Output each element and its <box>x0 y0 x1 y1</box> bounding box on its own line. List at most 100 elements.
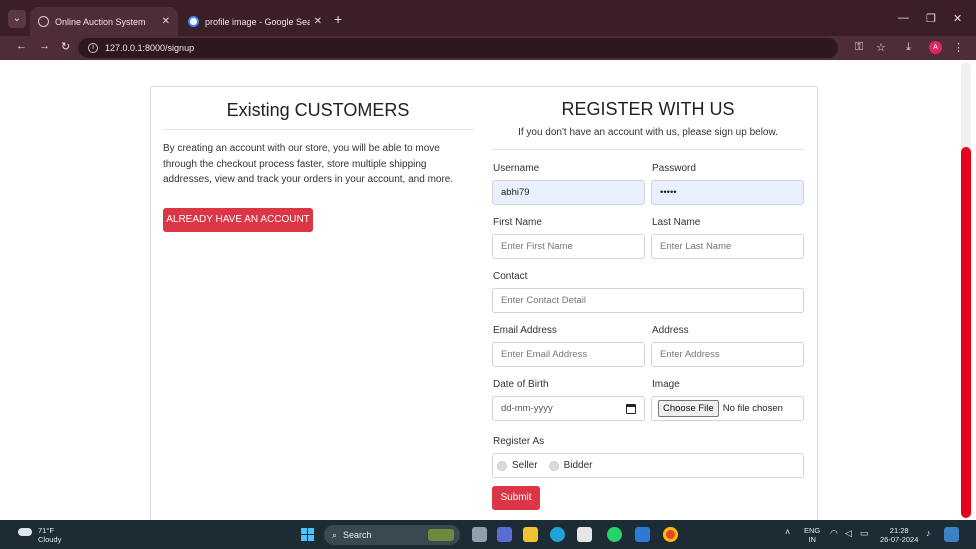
first-name-placeholder: Enter First Name <box>501 241 573 252</box>
taskbar-search-label: Search <box>343 530 372 540</box>
address-label: Address <box>652 325 689 336</box>
password-key-icon[interactable]: ⚿ <box>855 41 863 54</box>
tab-online-auction[interactable]: Online Auction System ✕ <box>30 7 178 36</box>
weather-desc: Cloudy <box>38 535 62 544</box>
download-icon[interactable]: ⤓ <box>906 41 911 54</box>
search-icon: ⌕ <box>332 529 338 540</box>
language-indicator[interactable]: ENG IN <box>804 526 820 544</box>
minimize-icon[interactable]: — <box>898 12 909 24</box>
taskbar-search[interactable]: ⌕ Search <box>324 525 460 545</box>
google-icon <box>188 16 199 27</box>
password-input[interactable]: ••••• <box>651 180 804 205</box>
username-label: Username <box>493 163 540 174</box>
language-top: ENG <box>804 526 821 535</box>
last-name-input[interactable]: Enter Last Name <box>651 234 804 259</box>
back-icon[interactable]: ← <box>16 40 27 52</box>
choose-file-button[interactable]: Choose File <box>658 400 719 417</box>
page-scrollbar[interactable] <box>958 62 972 518</box>
cloud-icon <box>18 528 32 536</box>
battery-icon[interactable]: ▭ <box>860 529 869 538</box>
last-name-placeholder: Enter Last Name <box>660 241 732 252</box>
search-highlight-icon <box>428 529 454 541</box>
teams-icon[interactable] <box>497 527 512 542</box>
password-label: Password <box>652 163 696 174</box>
register-as-group: Seller Bidder <box>492 453 804 478</box>
tab-google-search[interactable]: profile image - Google Search ✕ <box>180 7 330 36</box>
divider <box>162 129 474 130</box>
vscode-icon[interactable] <box>635 527 650 542</box>
register-heading: REGISTER WITH US <box>561 99 735 119</box>
clock-date: 26-07-2024 <box>880 535 919 544</box>
chrome-icon[interactable] <box>663 527 678 542</box>
file-status: No file chosen <box>722 403 783 414</box>
first-name-input[interactable]: Enter First Name <box>492 234 645 259</box>
windows-start-icon[interactable] <box>301 528 314 541</box>
email-input[interactable]: Enter Email Address <box>492 342 645 367</box>
dob-input[interactable]: dd-mm-yyyy <box>492 396 645 421</box>
image-file-input[interactable]: Choose File No file chosen <box>651 396 804 421</box>
contact-placeholder: Enter Contact Detail <box>501 295 587 306</box>
clock[interactable]: 21:28 26-07-2024 <box>880 526 918 544</box>
reload-icon[interactable]: ↻ <box>61 40 70 53</box>
wifi-icon[interactable]: ◠ <box>830 529 838 538</box>
address-bar[interactable]: i 127.0.0.1:8000/signup <box>78 38 838 58</box>
contact-label: Contact <box>493 271 528 282</box>
clock-time: 21:28 <box>889 526 909 535</box>
register-as-label: Register As <box>493 436 545 447</box>
calendar-icon[interactable] <box>626 404 636 414</box>
image-label: Image <box>652 379 680 390</box>
close-tab-icon[interactable]: ✕ <box>162 16 170 27</box>
file-explorer-icon[interactable] <box>523 527 538 542</box>
browser-tab-bar: ⌄ Online Auction System ✕ profile image … <box>0 0 976 36</box>
last-name-label: Last Name <box>652 217 701 228</box>
close-tab-icon[interactable]: ✕ <box>314 16 322 27</box>
bidder-radio[interactable] <box>548 460 559 471</box>
forward-icon[interactable]: → <box>39 40 50 52</box>
already-have-account-button[interactable]: ALREADY HAVE AN ACCOUNT <box>163 208 313 232</box>
copilot-icon[interactable] <box>944 527 959 542</box>
dob-label: Date of Birth <box>493 379 549 390</box>
globe-icon <box>38 16 49 27</box>
seller-radio-label[interactable]: Seller <box>512 460 538 471</box>
windows-taskbar: 71°F Cloudy ⌕ Search ˄ ENG IN ◠ ◁ ▭ 21:2… <box>0 520 976 549</box>
contact-input[interactable]: Enter Contact Detail <box>492 288 804 313</box>
weather-temp: 71°F <box>38 526 54 535</box>
register-subtitle: If you don't have an account with us, pl… <box>518 127 778 138</box>
dob-placeholder: dd-mm-yyyy <box>501 403 553 414</box>
tab-title: profile image - Google Search <box>205 16 310 27</box>
seller-radio[interactable] <box>497 460 507 471</box>
divider <box>492 149 804 150</box>
password-value: ••••• <box>660 187 677 198</box>
address-placeholder: Enter Address <box>660 349 720 360</box>
store-icon[interactable] <box>577 527 592 542</box>
profile-avatar[interactable]: A <box>929 41 942 54</box>
scrollbar-thumb[interactable] <box>961 147 971 518</box>
bookmark-star-icon[interactable]: ☆ <box>876 41 886 54</box>
bidder-radio-label[interactable]: Bidder <box>564 460 593 471</box>
weather-widget[interactable]: 71°F Cloudy <box>18 526 62 544</box>
volume-icon[interactable]: ◁ <box>845 529 852 538</box>
submit-button[interactable]: Submit <box>492 486 540 510</box>
first-name-label: First Name <box>493 217 542 228</box>
url-text: 127.0.0.1:8000/signup <box>105 43 195 53</box>
new-tab-icon[interactable]: + <box>334 12 342 26</box>
email-label: Email Address <box>493 325 557 336</box>
browser-nav-bar: ← → ↻ i 127.0.0.1:8000/signup ⚿ ☆ ⤓ ⋮ <box>0 36 976 60</box>
edge-icon[interactable] <box>550 527 565 542</box>
menu-dots-icon[interactable]: ⋮ <box>953 41 964 54</box>
tab-title: Online Auction System <box>55 16 146 27</box>
existing-customers-heading: Existing CUSTOMERS <box>226 100 410 120</box>
task-view-icon[interactable] <box>472 527 487 542</box>
site-info-icon[interactable]: i <box>88 43 98 53</box>
language-bottom: IN <box>808 535 816 544</box>
tab-search-chevron-icon[interactable]: ⌄ <box>8 10 26 28</box>
address-input[interactable]: Enter Address <box>651 342 804 367</box>
window-close-icon[interactable]: ✕ <box>953 12 962 25</box>
email-placeholder: Enter Email Address <box>501 349 588 360</box>
notification-bell-icon[interactable]: ♪ <box>926 529 931 538</box>
username-input[interactable]: abhi79 <box>492 180 645 205</box>
tray-overflow-chevron-icon[interactable]: ˄ <box>785 528 790 537</box>
username-value: abhi79 <box>501 187 530 198</box>
whatsapp-icon[interactable] <box>607 527 622 542</box>
restore-icon[interactable]: ❐ <box>926 12 936 25</box>
